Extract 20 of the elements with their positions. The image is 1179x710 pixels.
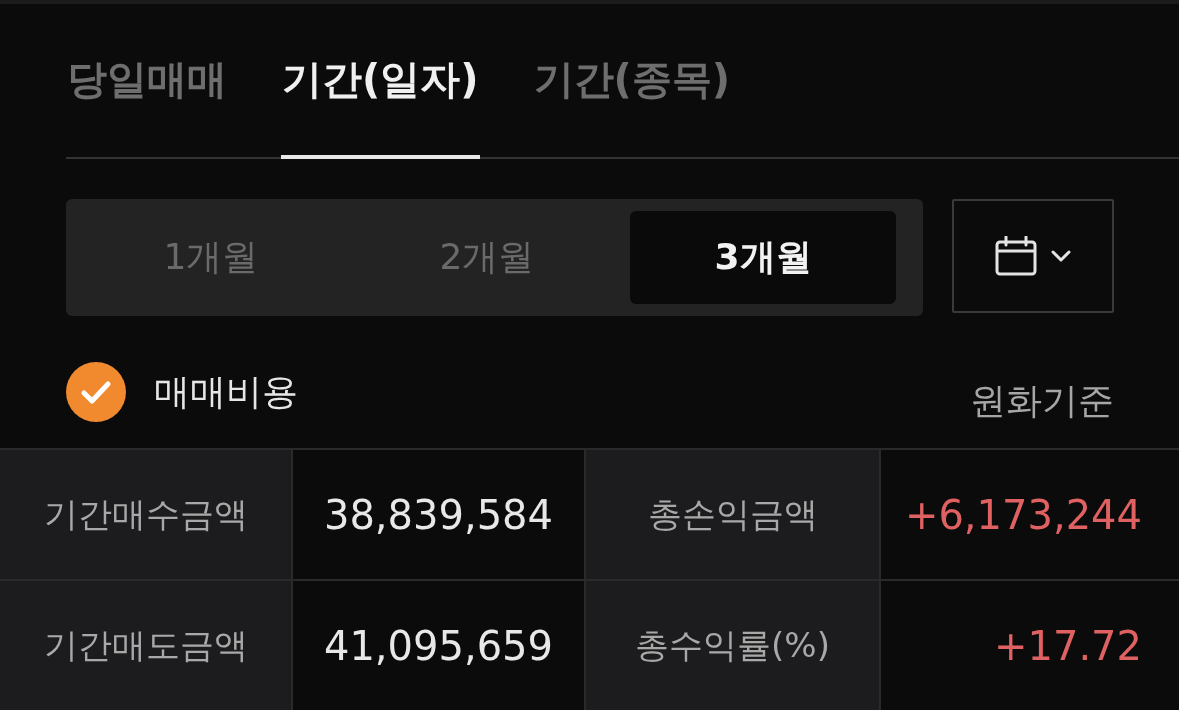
amount-value: 41,095,659 xyxy=(293,581,584,710)
profit-value: +17.72 xyxy=(881,581,1179,710)
period-option[interactable]: 3개월 xyxy=(630,211,896,304)
tab[interactable]: 기간(종목) xyxy=(532,4,732,159)
field-label: 기간매수금액 xyxy=(0,450,291,579)
checkbox-label: 매매비용 xyxy=(154,369,298,414)
field-label: 기간매도금액 xyxy=(0,581,291,710)
field-label: 총손익금액 xyxy=(586,450,879,579)
period-option[interactable]: 1개월 xyxy=(78,211,344,304)
field-label: 총수익률(%) xyxy=(586,581,879,710)
profit-value: +6,173,244 xyxy=(881,450,1179,579)
chevron-down-icon xyxy=(1051,250,1071,262)
tab[interactable]: 기간(일자) xyxy=(281,4,480,159)
checkbox[interactable] xyxy=(66,362,126,422)
period-option[interactable]: 2개월 xyxy=(354,211,620,304)
tab[interactable]: 당일매매 xyxy=(66,4,228,159)
amount-value: 38,839,584 xyxy=(293,450,584,579)
currency-basis-text: 원화기준 xyxy=(970,379,1114,423)
calendar-icon xyxy=(995,236,1037,276)
date-picker-button[interactable] xyxy=(952,199,1114,313)
